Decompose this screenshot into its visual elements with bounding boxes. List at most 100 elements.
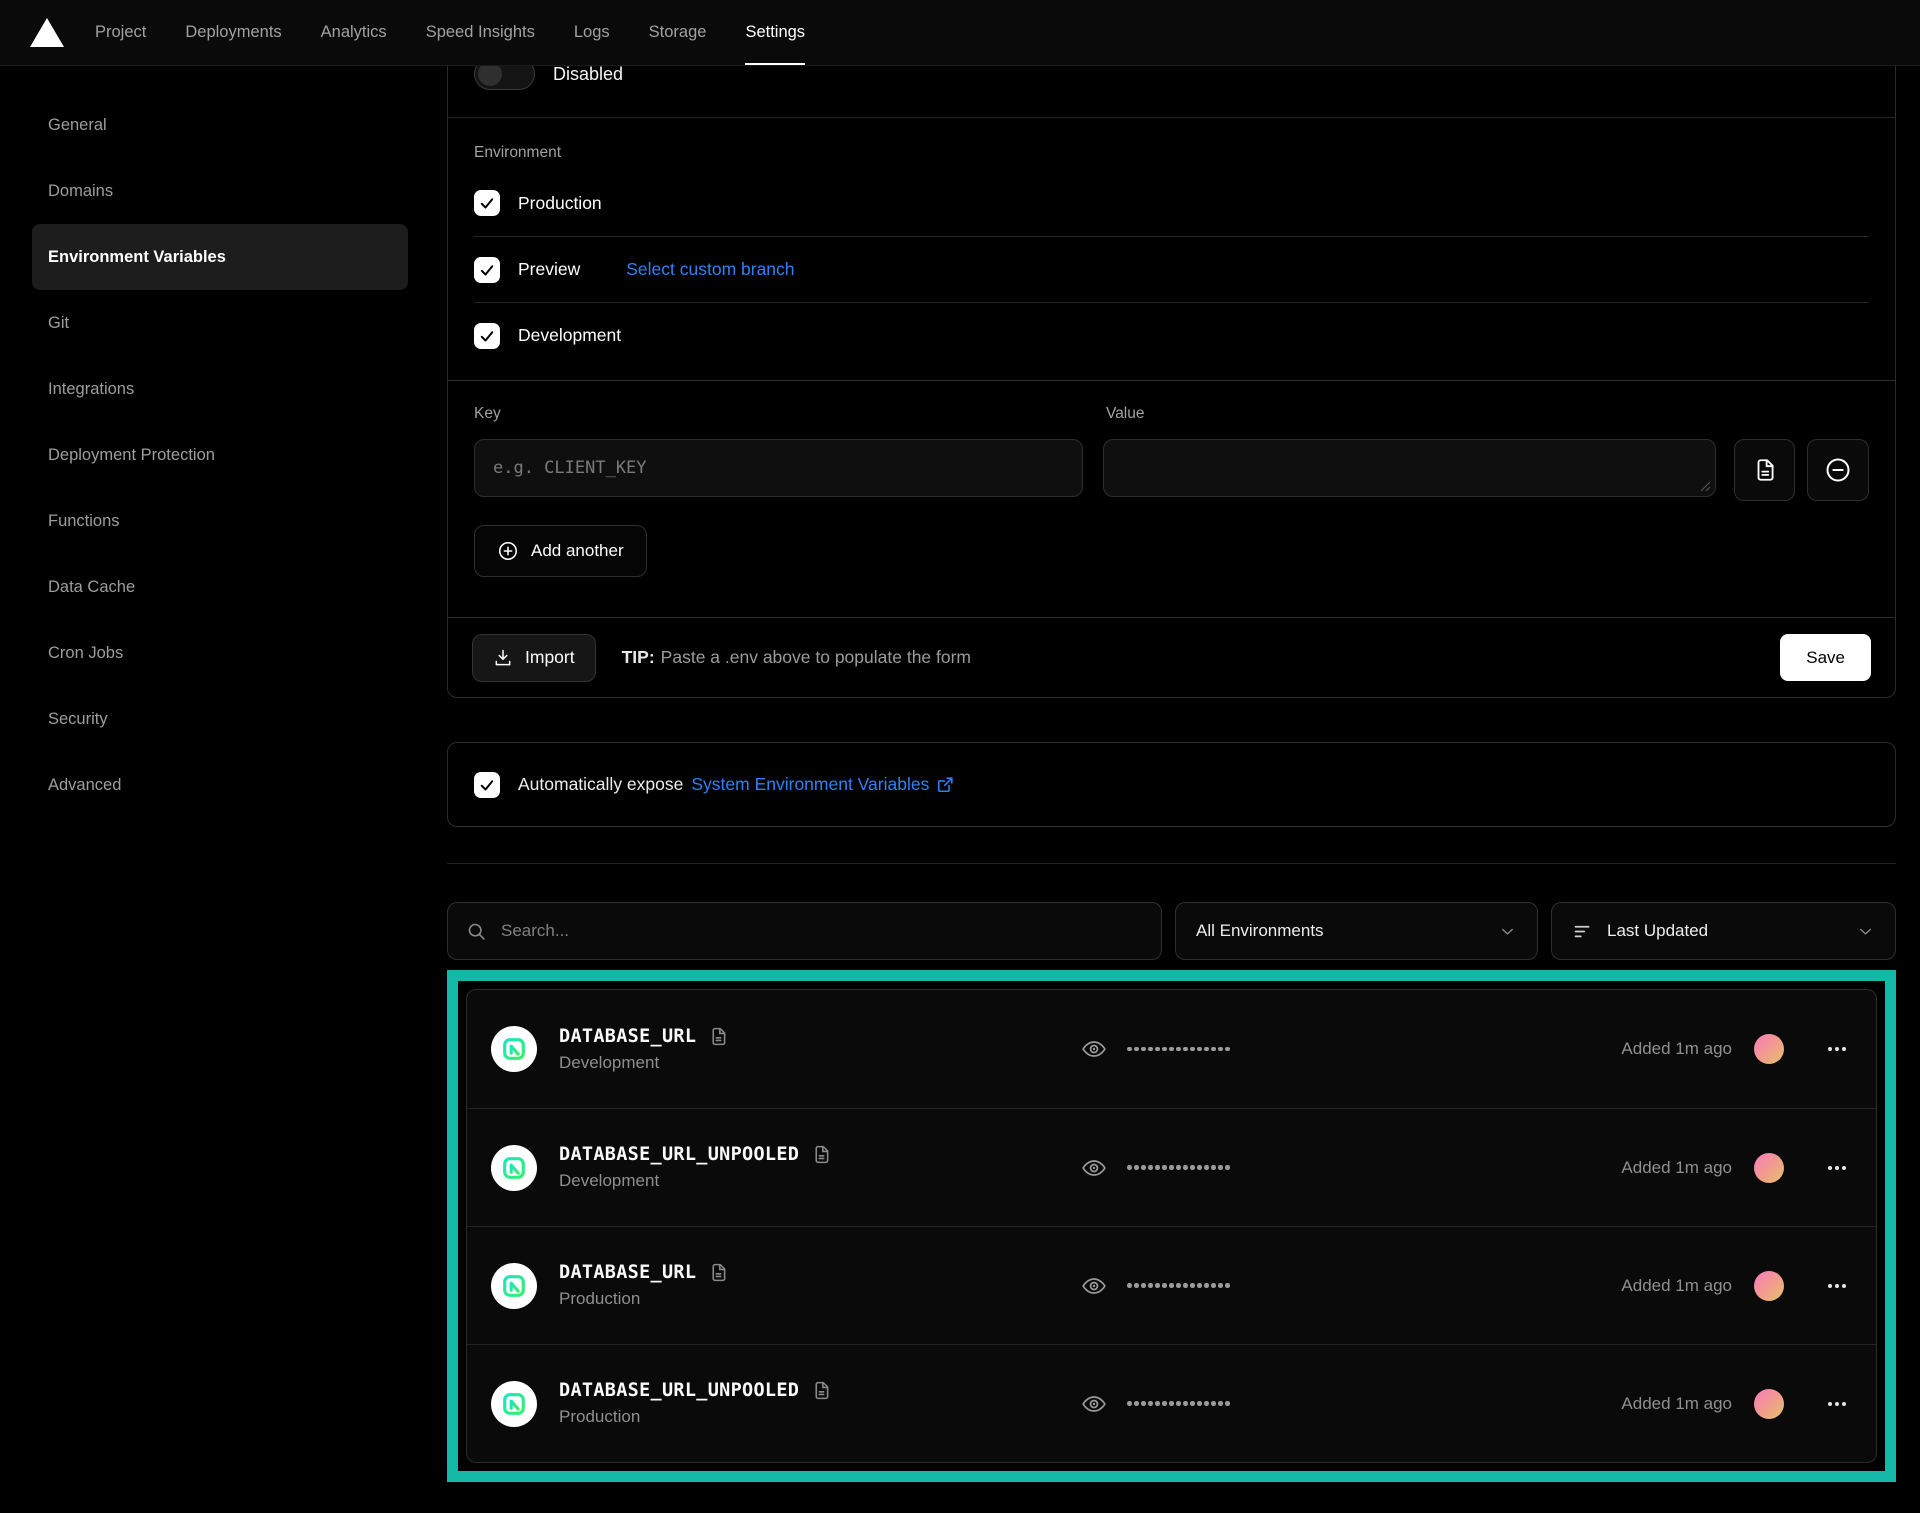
- add-another-label: Add another: [531, 541, 624, 561]
- development-checkbox-label: Development: [518, 325, 621, 346]
- development-checkbox[interactable]: [474, 323, 500, 349]
- nav-tab-logs[interactable]: Logs: [574, 0, 610, 65]
- row-menu-button[interactable]: [1828, 1284, 1846, 1288]
- sidebar-item-git[interactable]: Git: [32, 290, 408, 356]
- filter-bar: All Environments Last Updated: [447, 902, 1896, 960]
- search-icon: [466, 921, 487, 942]
- env-var-name: DATABASE_URL: [559, 1026, 696, 1047]
- settings-sidebar: General Domains Environment Variables Gi…: [0, 66, 447, 1482]
- sidebar-item-cron-jobs[interactable]: Cron Jobs: [32, 620, 408, 686]
- save-button[interactable]: Save: [1780, 634, 1871, 681]
- env-var-environment: Production: [559, 1407, 832, 1427]
- preview-checkbox-label: Preview: [518, 259, 580, 280]
- resize-grip[interactable]: [1700, 481, 1711, 492]
- note-button[interactable]: [1734, 439, 1796, 501]
- preview-checkbox[interactable]: [474, 257, 500, 283]
- env-var-row: DATABASE_URL_UNPOOLED Production Added 1…: [467, 1344, 1876, 1462]
- nav-tabs: Project Deployments Analytics Speed Insi…: [95, 0, 805, 65]
- nav-tab-settings[interactable]: Settings: [745, 0, 805, 65]
- import-button[interactable]: Import: [472, 634, 596, 682]
- row-menu-button[interactable]: [1828, 1166, 1846, 1170]
- nav-tab-analytics[interactable]: Analytics: [321, 0, 387, 65]
- added-timestamp: Added 1m ago: [1621, 1158, 1732, 1178]
- neon-integration-icon: [491, 1145, 537, 1191]
- note-icon: [708, 1026, 729, 1047]
- sort-dropdown[interactable]: Last Updated: [1551, 902, 1896, 960]
- import-label: Import: [525, 647, 575, 668]
- section-divider: [447, 863, 1896, 864]
- added-timestamp: Added 1m ago: [1621, 1039, 1732, 1059]
- add-another-button[interactable]: Add another: [474, 525, 647, 577]
- check-icon: [478, 327, 496, 345]
- import-tip: TIP:Paste a .env above to populate the f…: [622, 647, 971, 668]
- environment-option-preview: Preview Select custom branch: [474, 236, 1869, 302]
- env-var-table: DATABASE_URL Development Added 1m ago: [466, 989, 1877, 1463]
- environment-section-label: Environment: [474, 144, 1869, 162]
- row-menu-button[interactable]: [1828, 1402, 1846, 1406]
- hidden-value-dots: [1127, 1165, 1230, 1170]
- sidebar-item-functions[interactable]: Functions: [32, 488, 408, 554]
- form-footer: Import TIP:Paste a .env above to populat…: [448, 617, 1895, 697]
- production-checkbox[interactable]: [474, 190, 500, 216]
- chevron-down-icon: [1498, 922, 1517, 941]
- nav-tab-storage[interactable]: Storage: [649, 0, 707, 65]
- sidebar-item-advanced[interactable]: Advanced: [32, 752, 408, 818]
- download-icon: [493, 648, 513, 668]
- user-avatar: [1754, 1389, 1784, 1419]
- neon-integration-icon: [491, 1026, 537, 1072]
- system-env-link[interactable]: System Environment Variables: [691, 774, 955, 795]
- nav-tab-project[interactable]: Project: [95, 0, 146, 65]
- eye-icon[interactable]: [1081, 1391, 1107, 1417]
- select-custom-branch-link[interactable]: Select custom branch: [626, 259, 794, 280]
- sidebar-item-environment-variables[interactable]: Environment Variables: [32, 224, 408, 290]
- system-env-panel: Automatically expose System Environment …: [447, 742, 1896, 827]
- environment-section: Environment Production Preview Select cu…: [448, 118, 1895, 380]
- user-avatar: [1754, 1153, 1784, 1183]
- create-env-var-panel: Disabled Environment Production Preview …: [447, 30, 1896, 698]
- search-input[interactable]: [501, 921, 1143, 941]
- sidebar-item-security[interactable]: Security: [32, 686, 408, 752]
- hidden-value-dots: [1127, 1401, 1230, 1406]
- env-var-environment: Production: [559, 1289, 729, 1309]
- key-label: Key: [474, 405, 1106, 423]
- neon-integration-icon: [491, 1381, 537, 1427]
- env-var-row: DATABASE_URL Production Added 1m ago: [467, 1226, 1876, 1344]
- production-checkbox-label: Production: [518, 193, 602, 214]
- sidebar-item-deployment-protection[interactable]: Deployment Protection: [32, 422, 408, 488]
- environment-filter-dropdown[interactable]: All Environments: [1175, 902, 1538, 960]
- hidden-value-dots: [1127, 1283, 1230, 1288]
- tip-bold: TIP:: [622, 647, 655, 667]
- environment-option-production: Production: [474, 170, 1869, 236]
- top-navigation: Project Deployments Analytics Speed Insi…: [0, 0, 1920, 66]
- sidebar-item-domains[interactable]: Domains: [32, 158, 408, 224]
- row-menu-button[interactable]: [1828, 1047, 1846, 1051]
- value-label: Value: [1106, 405, 1145, 423]
- remove-row-button[interactable]: [1807, 439, 1869, 501]
- user-avatar: [1754, 1034, 1784, 1064]
- user-avatar: [1754, 1271, 1784, 1301]
- highlight-box: DATABASE_URL Development Added 1m ago: [447, 970, 1896, 1482]
- env-var-name: DATABASE_URL_UNPOOLED: [559, 1144, 799, 1165]
- search-box: [447, 902, 1162, 960]
- environment-filter-value: All Environments: [1196, 921, 1324, 941]
- eye-icon[interactable]: [1081, 1273, 1107, 1299]
- hidden-value-dots: [1127, 1047, 1230, 1052]
- env-var-name: DATABASE_URL_UNPOOLED: [559, 1380, 799, 1401]
- sidebar-item-integrations[interactable]: Integrations: [32, 356, 408, 422]
- env-var-environment: Development: [559, 1171, 832, 1191]
- key-input[interactable]: [474, 439, 1083, 497]
- system-env-checkbox[interactable]: [474, 772, 500, 798]
- external-link-icon: [936, 775, 955, 794]
- vercel-logo-icon: [30, 18, 64, 47]
- sidebar-item-general[interactable]: General: [32, 92, 408, 158]
- nav-tab-speed-insights[interactable]: Speed Insights: [426, 0, 535, 65]
- eye-icon[interactable]: [1081, 1036, 1107, 1062]
- nav-tab-deployments[interactable]: Deployments: [185, 0, 281, 65]
- env-var-row: DATABASE_URL_UNPOOLED Development Added …: [467, 1108, 1876, 1226]
- eye-icon[interactable]: [1081, 1155, 1107, 1181]
- neon-integration-icon: [491, 1263, 537, 1309]
- sidebar-item-data-cache[interactable]: Data Cache: [32, 554, 408, 620]
- value-input[interactable]: [1103, 439, 1716, 497]
- check-icon: [478, 194, 496, 212]
- check-icon: [478, 261, 496, 279]
